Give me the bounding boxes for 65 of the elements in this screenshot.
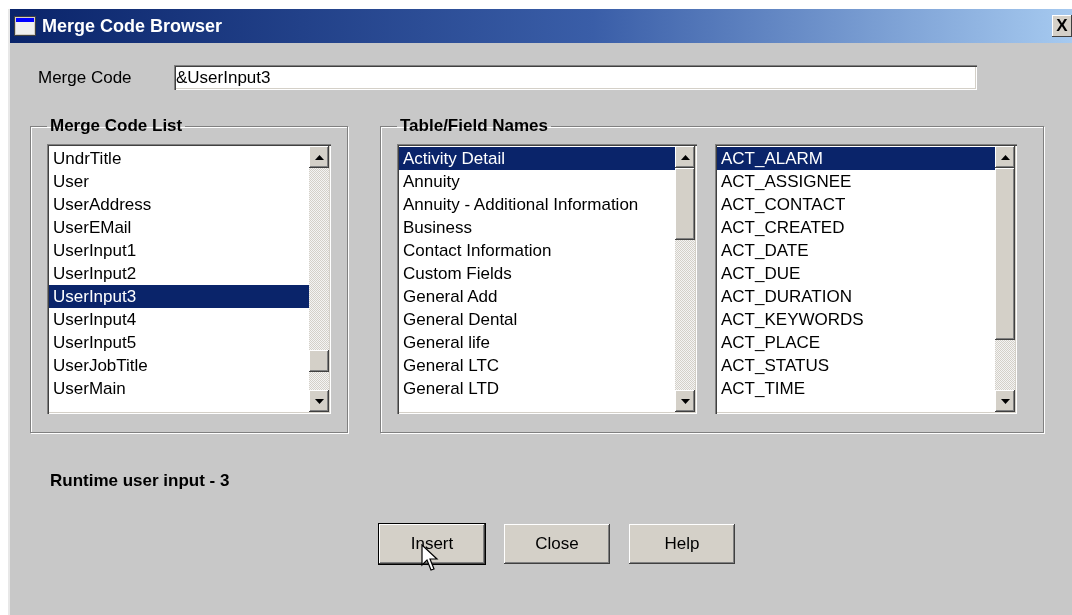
list-box[interactable]: Activity Detail Annuity Annuity - Additional Information Business Contact Information Custom Fields General Add General Dental General life General LTC General LTD [397,144,697,414]
scrollbar[interactable] [309,146,329,412]
scroll-up-button[interactable] [675,146,695,168]
window-title: Merge Code Browser [42,15,224,37]
scroll-down-button[interactable] [995,390,1015,412]
list-item[interactable]: Annuity [399,170,675,193]
list-item[interactable]: Contact Information [399,239,675,262]
up-arrow-icon [314,154,324,160]
dialog-button[interactable]: Help [629,524,735,564]
list-item[interactable]: ACT_STATUS [717,354,995,377]
list-item[interactable]: General Add [399,285,675,308]
list-item[interactable]: General LTD [399,377,675,400]
scroll-down-button[interactable] [675,390,695,412]
list-item[interactable]: ACT_DUE [717,262,995,285]
dialog-button[interactable]: Insert [379,524,485,564]
scroll-thumb[interactable] [995,168,1015,340]
list-item[interactable]: ACT_ALARM [717,147,995,170]
title-bar-x-button[interactable]: X [1052,15,1072,37]
group-title: Merge Code List [49,116,184,136]
up-arrow-icon [1000,154,1010,160]
merge-code-field[interactable]: &UserInput3 [174,65,977,90]
list-item[interactable]: ACT_PLACE [717,331,995,354]
list-item[interactable]: UserMain [49,377,309,400]
list-item[interactable]: General LTC [399,354,675,377]
list-item[interactable]: UserInput5 [49,331,309,354]
list-item[interactable]: ACT_CREATED [717,216,995,239]
list-item[interactable]: UserInput3 [49,285,309,308]
scroll-thumb[interactable] [675,168,695,240]
list-item[interactable]: UserJobTitle [49,354,309,377]
list-item[interactable]: ACT_DURATION [717,285,995,308]
list-item[interactable]: Business [399,216,675,239]
scrollbar[interactable] [675,146,695,412]
up-arrow-icon [680,154,690,160]
group-title: Table/Field Names [399,116,549,136]
list-item[interactable]: UserInput2 [49,262,309,285]
scroll-up-button[interactable] [995,146,1015,168]
down-arrow-icon [1000,398,1010,404]
list-item[interactable]: Custom Fields [399,262,675,285]
list-item[interactable]: General Dental [399,308,675,331]
list-item[interactable]: Annuity - Additional Information [399,193,675,216]
list-item[interactable]: ACT_KEYWORDS [717,308,995,331]
list-item[interactable]: ACT_ASSIGNEE [717,170,995,193]
down-arrow-icon [680,398,690,404]
list-item[interactable]: ACT_CONTACT [717,193,995,216]
scroll-thumb[interactable] [309,350,329,372]
list-item[interactable]: UserEMail [49,216,309,239]
dialog-button[interactable]: Close [504,524,610,564]
scroll-down-button[interactable] [309,390,329,412]
window-icon [14,16,36,36]
description-text: Runtime user input - 3 [50,471,230,491]
down-arrow-icon [314,398,324,404]
list-item[interactable]: General life [399,331,675,354]
list-item[interactable]: Activity Detail [399,147,675,170]
list-box[interactable]: UndrTitle User UserAddress UserEMail UserInput1 UserInput2 UserInput3 UserInput4 UserInput5 UserJobTitle UserMain [47,144,331,414]
list-item[interactable]: ACT_DATE [717,239,995,262]
scroll-up-button[interactable] [309,146,329,168]
list-item[interactable]: ACT_TIME [717,377,995,400]
list-box[interactable]: ACT_ALARM ACT_ASSIGNEE ACT_CONTACT ACT_CREATED ACT_DATE ACT_DUE ACT_DURATION ACT_KEYWORDS ACT_PLACE ACT_STATUS ACT_TIME [715,144,1017,414]
list-item[interactable]: UserInput4 [49,308,309,331]
list-item[interactable]: UserInput1 [49,239,309,262]
field-label: Merge Code [38,67,133,88]
list-item[interactable]: UndrTitle [49,147,309,170]
list-item[interactable]: User [49,170,309,193]
scrollbar[interactable] [995,146,1015,412]
list-item[interactable]: UserAddress [49,193,309,216]
